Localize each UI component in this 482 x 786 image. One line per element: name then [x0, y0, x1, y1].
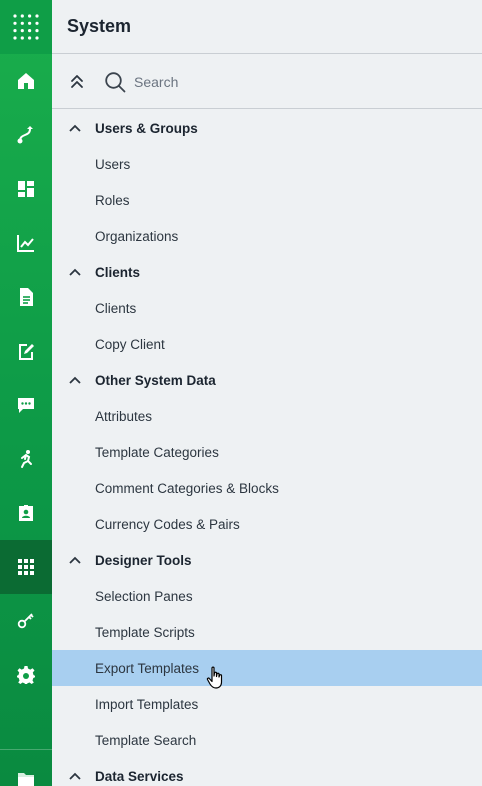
menu-item-roles[interactable]: Roles: [52, 182, 482, 218]
edit-document-icon: [19, 344, 34, 360]
menu-item-attributes[interactable]: Attributes: [52, 398, 482, 434]
search-bar: [52, 55, 482, 109]
folder-icon: [18, 773, 34, 786]
menu-item-template-scripts[interactable]: Template Scripts: [52, 614, 482, 650]
app-root: System Users & Groups Users: [0, 0, 482, 786]
rail-item-files[interactable]: [0, 752, 52, 786]
home-icon: [18, 73, 34, 89]
hand-cursor-icon: [206, 666, 223, 689]
search-input[interactable]: [134, 73, 434, 90]
rail-item-analytics[interactable]: [0, 216, 52, 270]
rail-item-system[interactable]: [0, 540, 52, 594]
chevron-up-icon: [69, 556, 81, 564]
menu-item-selection-panes[interactable]: Selection Panes: [52, 578, 482, 614]
chevron-up-icon: [69, 124, 81, 132]
group-label: Other System Data: [95, 372, 216, 388]
group-label: Clients: [95, 264, 141, 280]
key-icon: [17, 613, 34, 629]
rail-item-settings[interactable]: [0, 648, 52, 702]
chat-icon: [18, 398, 34, 413]
menu-item-comment-categories[interactable]: Comment Categories & Blocks: [52, 470, 482, 506]
chevron-up-icon: [69, 772, 81, 780]
menu-item-organizations[interactable]: Organizations: [52, 218, 482, 254]
menu-item-label: Clients: [95, 300, 137, 316]
menu-item-label: Template Scripts: [95, 624, 195, 640]
menu-item-label: Copy Client: [95, 336, 165, 352]
rail-item-chat[interactable]: [0, 378, 52, 432]
app-launcher-icon: [13, 14, 39, 40]
panel-header: System: [52, 0, 482, 54]
menu-item-template-categories[interactable]: Template Categories: [52, 434, 482, 470]
running-person-icon: [21, 450, 32, 468]
menu-item-currency-codes[interactable]: Currency Codes & Pairs: [52, 506, 482, 542]
collapse-all-button[interactable]: [52, 55, 102, 109]
rail-item-activity[interactable]: [0, 432, 52, 486]
apps-grid-icon: [18, 559, 34, 575]
menu-item-label: Users: [95, 156, 131, 172]
menu-item-label: Export Templates: [95, 660, 200, 676]
rail-item-dashboard[interactable]: [0, 162, 52, 216]
rail-divider: [0, 749, 52, 750]
menu-item-import-templates[interactable]: Import Templates: [52, 686, 482, 722]
menu-item-users[interactable]: Users: [52, 146, 482, 182]
group-users-groups[interactable]: Users & Groups: [52, 110, 482, 146]
group-data-services[interactable]: Data Services: [52, 758, 482, 786]
group-clients[interactable]: Clients: [52, 254, 482, 290]
nav-rail: [0, 0, 52, 786]
menu-item-label: Template Categories: [95, 444, 219, 460]
chevron-up-icon: [69, 376, 81, 384]
route-icon: [17, 126, 33, 144]
menu-item-template-search[interactable]: Template Search: [52, 722, 482, 758]
menu-item-copy-client[interactable]: Copy Client: [52, 326, 482, 362]
menu-item-label: Roles: [95, 192, 130, 208]
rail-item-keys[interactable]: [0, 594, 52, 648]
menu-item-clients[interactable]: Clients: [52, 290, 482, 326]
rail-item-edit-document[interactable]: [0, 324, 52, 378]
menu-item-label: Currency Codes & Pairs: [95, 516, 240, 532]
menu-item-label: Template Search: [95, 732, 197, 748]
group-other-system-data[interactable]: Other System Data: [52, 362, 482, 398]
document-icon: [20, 288, 33, 306]
menu-item-export-templates[interactable]: Export Templates: [52, 650, 482, 686]
menu-item-label: Organizations: [95, 228, 179, 244]
menu-item-label: Import Templates: [95, 696, 199, 712]
system-panel: System Users & Groups Users: [52, 0, 482, 786]
group-label: Data Services: [95, 768, 184, 784]
chevron-up-icon: [69, 268, 81, 276]
double-chevron-up-icon: [71, 74, 83, 88]
dashboard-icon: [18, 181, 34, 197]
analytics-icon: [17, 235, 34, 252]
menu-item-label: Selection Panes: [95, 588, 193, 604]
contact-card-icon: [19, 505, 33, 521]
page-title: System: [67, 16, 132, 36]
group-label: Designer Tools: [95, 552, 192, 568]
rail-item-document[interactable]: [0, 270, 52, 324]
menu-item-label: Comment Categories & Blocks: [95, 480, 279, 496]
group-label: Users & Groups: [95, 120, 198, 136]
group-designer-tools[interactable]: Designer Tools: [52, 542, 482, 578]
search-icon: [105, 71, 126, 92]
rail-item-contacts[interactable]: [0, 486, 52, 540]
rail-item-home[interactable]: [0, 54, 52, 108]
gear-icon: [17, 666, 35, 684]
app-launcher-button[interactable]: [0, 0, 52, 54]
menu-item-label: Attributes: [95, 408, 153, 424]
rail-item-route[interactable]: [0, 108, 52, 162]
